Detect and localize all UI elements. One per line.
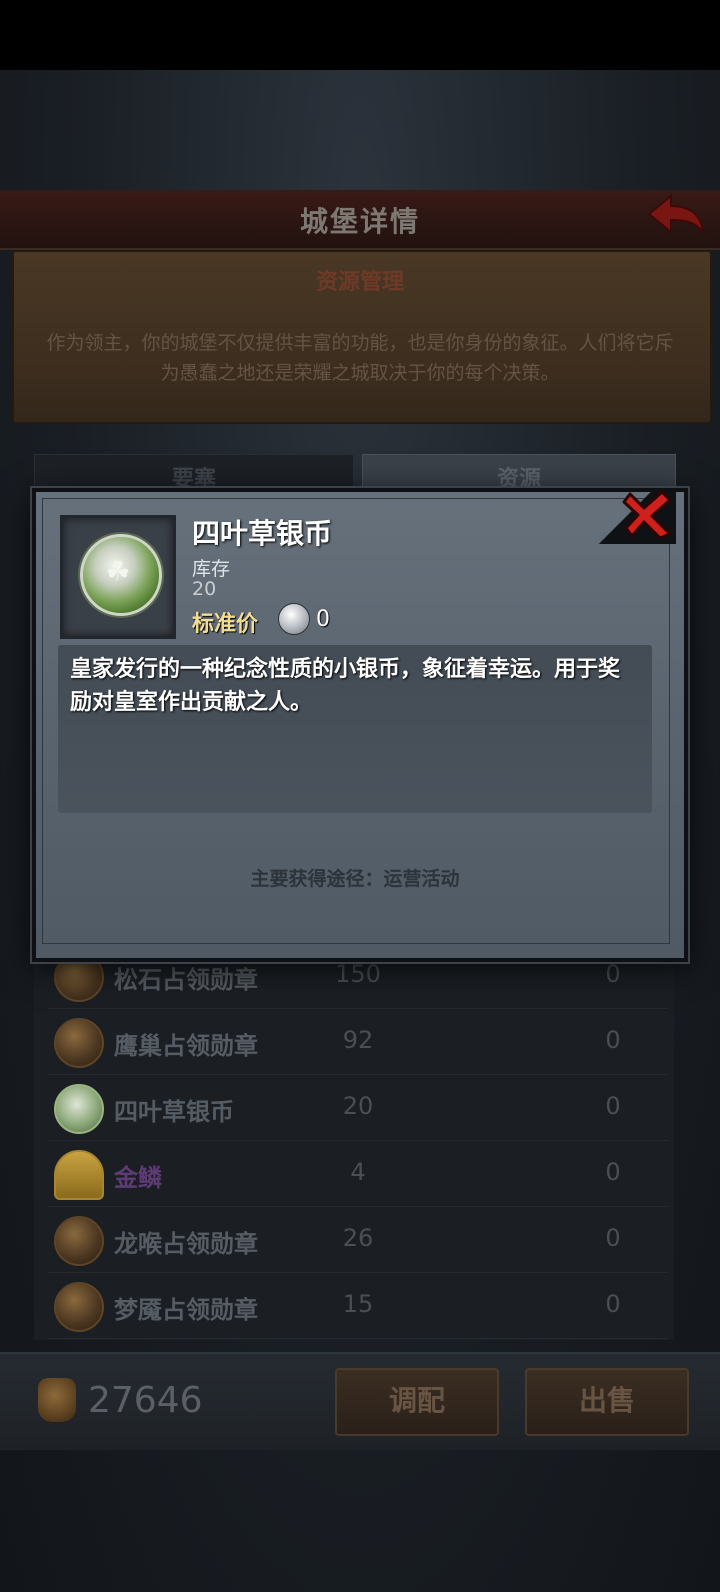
clover-leaf-icon: ☘ — [105, 555, 131, 588]
medal-icon — [54, 1018, 104, 1068]
gold-amount: 27646 — [88, 1380, 203, 1421]
list-item[interactable]: 梦魇占领勋章 15 0 — [48, 1274, 668, 1339]
back-button[interactable] — [645, 192, 707, 244]
resource-panel-title: 资源管理 — [315, 270, 404, 295]
item-sell-count: 0 — [605, 960, 621, 988]
list-item[interactable]: 金鳞 4 0 — [48, 1142, 668, 1207]
adjust-button[interactable]: 调配 — [335, 1368, 499, 1436]
item-quantity: 92 — [342, 1026, 374, 1054]
item-quantity: 4 — [350, 1158, 366, 1186]
item-quantity: 26 — [342, 1224, 374, 1252]
item-title: 四叶草银币 — [192, 517, 333, 550]
item-name: 金鳞 — [114, 1164, 162, 1192]
item-sell-count: 0 — [605, 1158, 621, 1186]
item-name: 鹰巢占领勋章 — [114, 1032, 258, 1060]
item-sell-count: 0 — [605, 1092, 621, 1120]
item-quantity: 20 — [342, 1092, 374, 1120]
close-button[interactable] — [622, 488, 676, 542]
stock-label: 库存 — [192, 558, 231, 580]
list-item[interactable]: 鹰巢占领勋章 92 0 — [48, 1010, 668, 1075]
status-bar-area — [0, 0, 720, 70]
item-name: 四叶草银币 — [114, 1098, 234, 1126]
stock-value: 20 — [192, 578, 217, 600]
item-sell-count: 0 — [605, 1026, 621, 1054]
item-description: 皇家发行的一种纪念性质的小银币，象征着幸运。用于奖励对皇室作出贡献之人。 — [70, 657, 621, 715]
item-sell-count: 0 — [605, 1224, 621, 1252]
item-quantity: 15 — [342, 1290, 374, 1318]
list-item[interactable]: 四叶草银币 20 0 — [48, 1076, 668, 1141]
item-name: 梦魇占领勋章 — [114, 1296, 258, 1324]
price-value: 0 — [316, 607, 330, 632]
medal-icon — [54, 1216, 104, 1266]
medal-icon — [54, 1282, 104, 1332]
price-label: 标准价 — [192, 612, 259, 637]
item-source: 主要获得途径：运营活动 — [250, 868, 460, 890]
page-title: 城堡详情 — [299, 205, 420, 238]
golden-scale-icon — [54, 1150, 104, 1200]
close-icon — [622, 490, 672, 540]
silver-coin-icon — [278, 603, 310, 635]
item-name: 松石占领勋章 — [114, 966, 258, 994]
list-item[interactable]: 龙喉占领勋章 26 0 — [48, 1208, 668, 1273]
sell-button[interactable]: 出售 — [525, 1368, 689, 1436]
resource-panel-description: 作为领主，你的城堡不仅提供丰富的功能，也是你身份的象征。人们将它斥为愚蠢之地还是… — [46, 332, 674, 384]
back-arrow-icon — [647, 193, 705, 236]
gold-sack-icon — [38, 1378, 76, 1422]
clover-coin-icon — [54, 1084, 104, 1134]
item-sell-count: 0 — [605, 1290, 621, 1318]
item-name: 龙喉占领勋章 — [114, 1230, 258, 1258]
item-quantity: 150 — [335, 960, 381, 988]
